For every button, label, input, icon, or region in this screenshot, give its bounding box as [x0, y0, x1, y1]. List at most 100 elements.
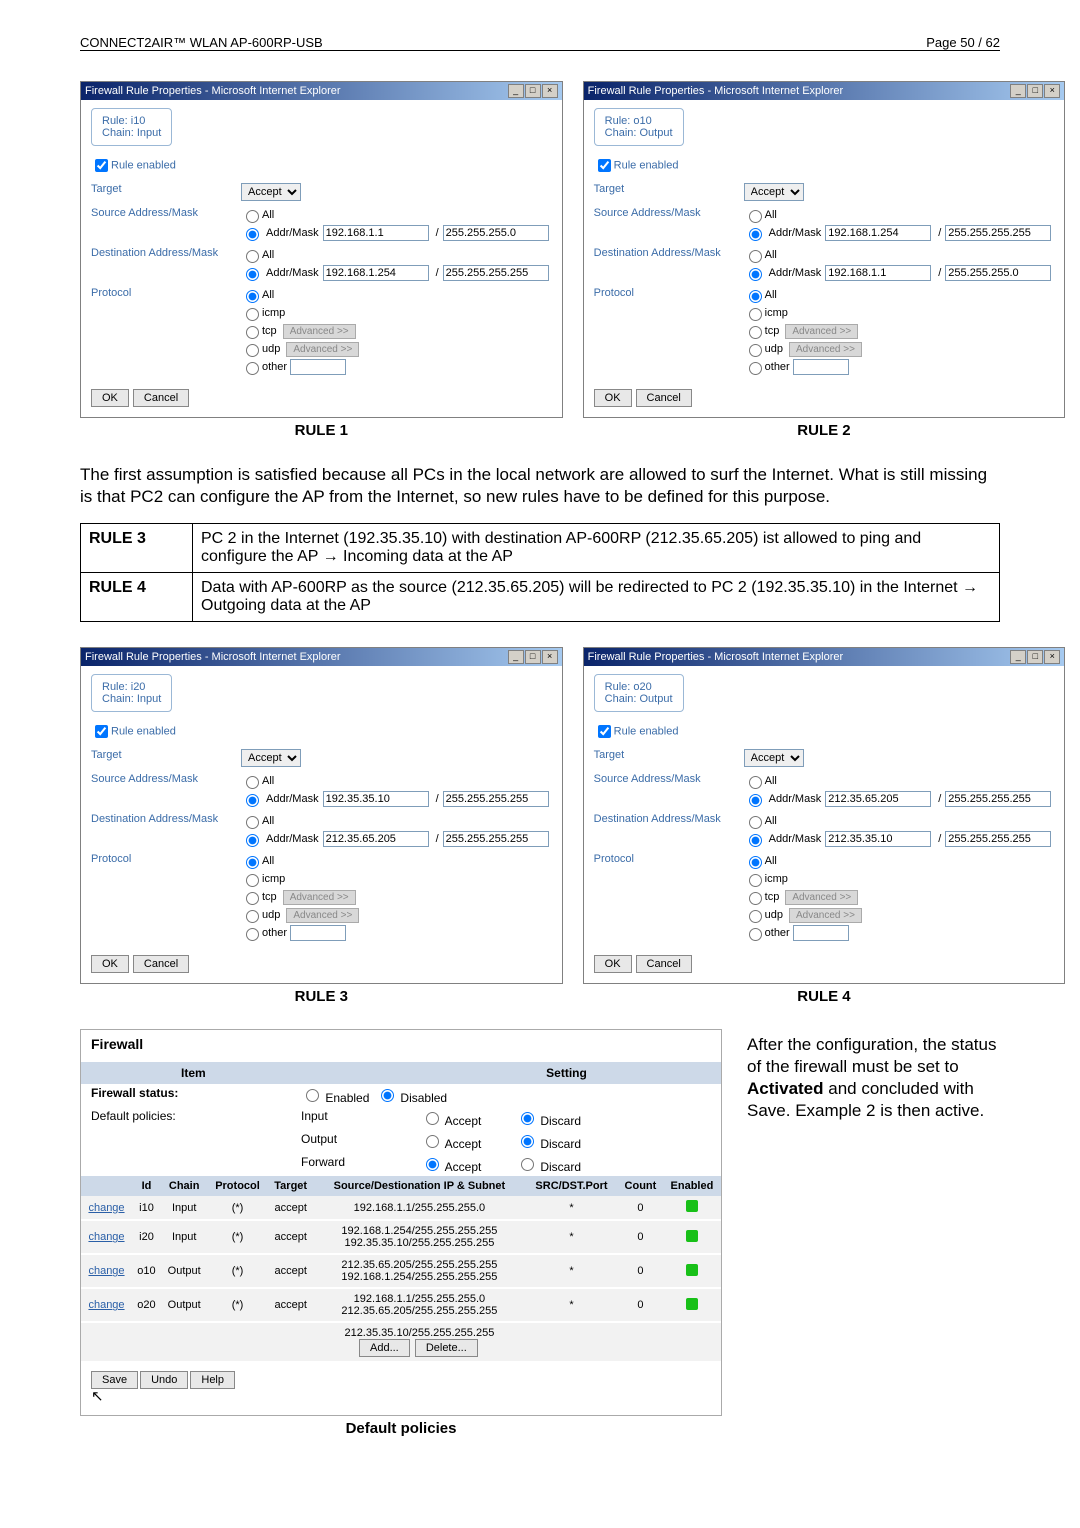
dst-all-radio[interactable]	[246, 250, 259, 263]
output-discard-radio[interactable]	[521, 1135, 534, 1148]
proto-icmp-radio[interactable]	[749, 874, 762, 887]
proto-icmp-radio[interactable]	[749, 308, 762, 321]
add-button[interactable]: Add...	[359, 1339, 410, 1357]
src-addrmask-radio[interactable]	[749, 228, 762, 241]
target-select[interactable]: Accept	[241, 183, 301, 201]
proto-udp-radio[interactable]	[749, 344, 762, 357]
maximize-icon[interactable]: □	[1027, 650, 1043, 664]
cancel-button[interactable]: Cancel	[133, 955, 189, 973]
src-all-radio[interactable]	[246, 210, 259, 223]
proto-other-radio[interactable]	[749, 362, 762, 375]
dst-all-radio[interactable]	[749, 250, 762, 263]
src-addr-input[interactable]	[323, 225, 429, 241]
src-addr-input[interactable]	[825, 791, 931, 807]
cancel-button[interactable]: Cancel	[636, 955, 692, 973]
undo-button[interactable]: Undo	[140, 1371, 188, 1389]
proto-udp-radio[interactable]	[246, 910, 259, 923]
proto-udp-radio[interactable]	[749, 910, 762, 923]
src-addrmask-radio[interactable]	[749, 794, 762, 807]
cancel-button[interactable]: Cancel	[636, 389, 692, 407]
help-button[interactable]: Help	[190, 1371, 235, 1389]
src-addr-input[interactable]	[825, 225, 931, 241]
src-all-radio[interactable]	[749, 210, 762, 223]
close-icon[interactable]: ×	[1044, 650, 1060, 664]
proto-other-radio[interactable]	[749, 928, 762, 941]
src-all-radio[interactable]	[246, 776, 259, 789]
minimize-icon[interactable]: _	[508, 650, 524, 664]
proto-all-radio[interactable]	[749, 856, 762, 869]
maximize-icon[interactable]: □	[525, 84, 541, 98]
dst-addrmask-radio[interactable]	[246, 834, 259, 847]
output-accept-radio[interactable]	[426, 1135, 439, 1148]
proto-all-radio[interactable]	[246, 856, 259, 869]
status-enabled-radio[interactable]	[306, 1089, 319, 1102]
forward-discard-radio[interactable]	[521, 1158, 534, 1171]
close-icon[interactable]: ×	[542, 84, 558, 98]
dst-addrmask-radio[interactable]	[749, 268, 762, 281]
close-icon[interactable]: ×	[542, 650, 558, 664]
dst-all-radio[interactable]	[246, 816, 259, 829]
ok-button[interactable]: OK	[594, 389, 632, 407]
minimize-icon[interactable]: _	[1010, 84, 1026, 98]
src-addrmask-radio[interactable]	[246, 794, 259, 807]
proto-udp-radio[interactable]	[246, 344, 259, 357]
rule-enabled-checkbox[interactable]	[598, 725, 611, 738]
ok-button[interactable]: OK	[594, 955, 632, 973]
change-link[interactable]: change	[88, 1231, 124, 1243]
target-select[interactable]: Accept	[744, 183, 804, 201]
change-link[interactable]: change	[88, 1299, 124, 1311]
input-accept-radio[interactable]	[426, 1112, 439, 1125]
src-mask-input[interactable]	[443, 225, 549, 241]
rule-enabled-checkbox[interactable]	[95, 159, 108, 172]
src-mask-input[interactable]	[443, 791, 549, 807]
src-mask-input[interactable]	[945, 791, 1051, 807]
dst-mask-input[interactable]	[443, 265, 549, 281]
proto-tcp-radio[interactable]	[246, 326, 259, 339]
delete-button[interactable]: Delete...	[415, 1339, 478, 1357]
src-addrmask-radio[interactable]	[246, 228, 259, 241]
dst-addr-input[interactable]	[323, 831, 429, 847]
proto-tcp-radio[interactable]	[749, 892, 762, 905]
dst-addr-input[interactable]	[825, 265, 931, 281]
proto-all-radio[interactable]	[246, 290, 259, 303]
proto-other-input[interactable]	[793, 925, 849, 941]
proto-other-radio[interactable]	[246, 362, 259, 375]
maximize-icon[interactable]: □	[525, 650, 541, 664]
rule-enabled-checkbox[interactable]	[95, 725, 108, 738]
proto-icmp-radio[interactable]	[246, 874, 259, 887]
cancel-button[interactable]: Cancel	[133, 389, 189, 407]
proto-tcp-radio[interactable]	[749, 326, 762, 339]
ok-button[interactable]: OK	[91, 389, 129, 407]
proto-other-input[interactable]	[793, 359, 849, 375]
maximize-icon[interactable]: □	[1027, 84, 1043, 98]
dst-addrmask-radio[interactable]	[246, 268, 259, 281]
target-select[interactable]: Accept	[744, 749, 804, 767]
proto-other-input[interactable]	[290, 359, 346, 375]
forward-accept-radio[interactable]	[426, 1158, 439, 1171]
dst-mask-input[interactable]	[945, 831, 1051, 847]
proto-other-radio[interactable]	[246, 928, 259, 941]
change-link[interactable]: change	[88, 1265, 124, 1277]
dst-addr-input[interactable]	[825, 831, 931, 847]
dst-mask-input[interactable]	[945, 265, 1051, 281]
proto-tcp-radio[interactable]	[246, 892, 259, 905]
proto-icmp-radio[interactable]	[246, 308, 259, 321]
src-all-radio[interactable]	[749, 776, 762, 789]
dst-all-radio[interactable]	[749, 816, 762, 829]
dst-addrmask-radio[interactable]	[749, 834, 762, 847]
target-select[interactable]: Accept	[241, 749, 301, 767]
dst-mask-input[interactable]	[443, 831, 549, 847]
rule-enabled-checkbox[interactable]	[598, 159, 611, 172]
input-discard-radio[interactable]	[521, 1112, 534, 1125]
src-addr-input[interactable]	[323, 791, 429, 807]
minimize-icon[interactable]: _	[508, 84, 524, 98]
proto-other-input[interactable]	[290, 925, 346, 941]
ok-button[interactable]: OK	[91, 955, 129, 973]
proto-all-radio[interactable]	[749, 290, 762, 303]
dst-addr-input[interactable]	[323, 265, 429, 281]
src-mask-input[interactable]	[945, 225, 1051, 241]
status-disabled-radio[interactable]	[381, 1089, 394, 1102]
close-icon[interactable]: ×	[1044, 84, 1060, 98]
change-link[interactable]: change	[88, 1202, 124, 1214]
minimize-icon[interactable]: _	[1010, 650, 1026, 664]
